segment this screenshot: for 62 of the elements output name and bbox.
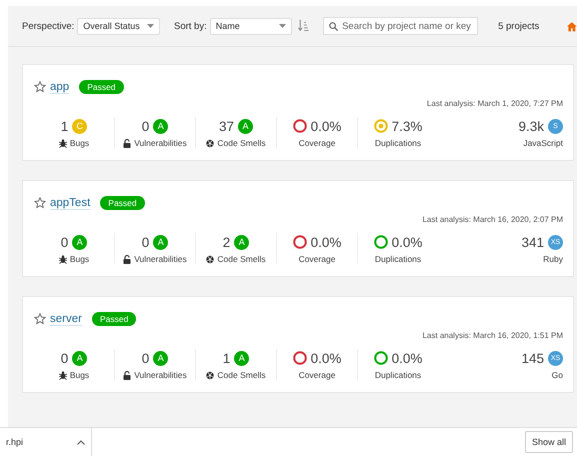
rating-badge: A bbox=[153, 350, 168, 366]
measure-value: 37 bbox=[218, 118, 234, 134]
sort-label: Sort by: bbox=[174, 20, 207, 32]
measure-value: 0.0% bbox=[310, 350, 342, 366]
measure-label: Bugs bbox=[70, 254, 90, 264]
measure-value: 0 bbox=[142, 350, 150, 366]
language-label: JavaScript bbox=[523, 138, 563, 148]
measure-label: Vulnerabilities bbox=[134, 254, 187, 264]
measure-value: 1 bbox=[60, 118, 68, 134]
measure-value: 7.3% bbox=[392, 118, 422, 134]
measure-label: Bugs bbox=[70, 138, 90, 148]
language-label: Go bbox=[552, 370, 563, 380]
measure-label: Code Smells bbox=[217, 254, 266, 264]
project-link[interactable]: appTest bbox=[50, 196, 90, 210]
rating-badge: A bbox=[153, 118, 168, 134]
search-field[interactable]: Search by project name or key bbox=[323, 17, 478, 35]
quality-gate-status: Passed bbox=[79, 80, 124, 94]
measure-value: 0 bbox=[142, 234, 150, 250]
measure-value: 145 bbox=[521, 350, 544, 366]
measure-label: Duplications bbox=[374, 254, 422, 264]
show-all-button[interactable]: Show all bbox=[524, 431, 573, 453]
measure-value: 0.0% bbox=[392, 234, 422, 250]
download-file-name[interactable]: r.hpi bbox=[6, 437, 24, 447]
measure-label: Coverage bbox=[298, 254, 336, 264]
project-link[interactable]: app bbox=[50, 80, 70, 94]
rating-badge: A bbox=[72, 234, 88, 250]
perspective-label: Perspective: bbox=[22, 20, 74, 32]
measure-label: Code Smells bbox=[217, 138, 266, 148]
measure-label: Coverage bbox=[298, 138, 336, 148]
measure-label: Code Smells bbox=[217, 370, 266, 380]
measure-label: Coverage bbox=[298, 370, 336, 380]
project-count: 5 projects bbox=[498, 20, 540, 32]
measure-value: 0 bbox=[142, 118, 150, 134]
perspective-select[interactable]: Overall Status bbox=[77, 18, 160, 34]
measure-value: 9.3k bbox=[518, 118, 544, 134]
rating-badge: A bbox=[234, 234, 250, 250]
quality-gate-status: Passed bbox=[100, 196, 145, 210]
measure-value: 341 bbox=[521, 234, 544, 250]
measure-value: 0 bbox=[60, 350, 68, 366]
measure-value: 0 bbox=[60, 234, 68, 250]
last-analysis: Last analysis: March 16, 2020, 2:07 PM bbox=[421, 215, 563, 224]
measure-value: 0.0% bbox=[310, 118, 342, 134]
quality-gate-status: Passed bbox=[92, 312, 136, 326]
measure-value: 0.0% bbox=[310, 234, 342, 250]
language-label: Ruby bbox=[543, 254, 563, 264]
measure-value: 0.0% bbox=[392, 350, 422, 366]
rating-badge: A bbox=[234, 350, 250, 366]
measure-label: Duplications bbox=[374, 138, 422, 148]
rating-badge: A bbox=[238, 118, 254, 134]
measure-label: Duplications bbox=[374, 370, 422, 380]
measure-value: 1 bbox=[222, 350, 230, 366]
last-analysis: Last analysis: March 16, 2020, 1:51 PM bbox=[421, 331, 563, 340]
rating-badge: A bbox=[72, 350, 88, 366]
measure-label: Vulnerabilities bbox=[134, 370, 187, 380]
last-analysis: Last analysis: March 1, 2020, 7:27 PM bbox=[426, 99, 563, 108]
rating-badge: C bbox=[72, 118, 88, 134]
sort-select[interactable]: Name bbox=[210, 18, 292, 34]
measure-value: 2 bbox=[222, 234, 230, 250]
project-link[interactable]: server bbox=[50, 312, 82, 326]
rating-badge: A bbox=[153, 234, 168, 250]
measure-label: Vulnerabilities bbox=[134, 138, 187, 148]
measure-label: Bugs bbox=[70, 370, 90, 380]
